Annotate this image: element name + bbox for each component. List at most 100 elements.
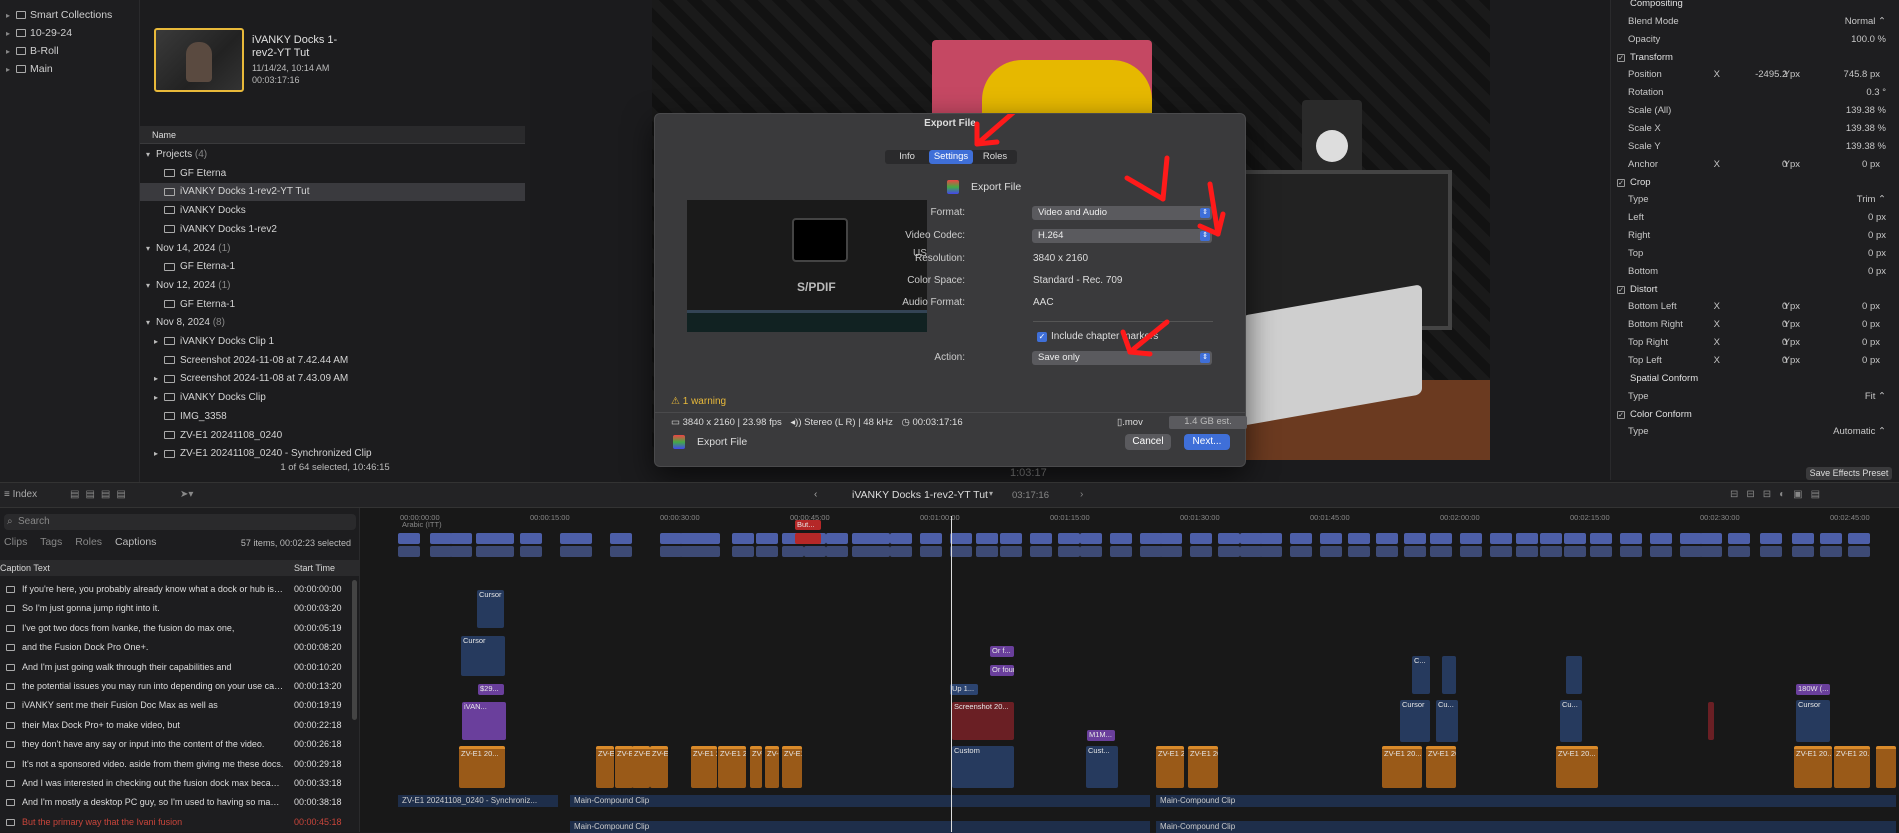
caption-clip[interactable] xyxy=(890,533,912,544)
caption-clip[interactable] xyxy=(1540,533,1562,544)
caption-clip[interactable] xyxy=(756,533,778,544)
start-time-header[interactable]: Start Time xyxy=(294,560,335,576)
video-clip[interactable]: ZV-E1 20... xyxy=(1156,746,1184,788)
caption-clip[interactable] xyxy=(610,533,632,544)
caption-clip-secondary[interactable] xyxy=(1460,546,1482,557)
caption-clip[interactable] xyxy=(1160,533,1182,544)
title-clip[interactable]: M1M... xyxy=(1087,730,1115,741)
inspector-param[interactable]: Bottom 0 px xyxy=(1610,263,1899,281)
playhead[interactable] xyxy=(951,516,952,832)
browser-item-row[interactable]: ▸ ZV-E1 20241108_0240 - Synchronized Clip xyxy=(140,445,525,463)
caption-clip[interactable] xyxy=(1260,533,1282,544)
param-y[interactable]: 0 px xyxy=(1800,156,1880,174)
param-value[interactable]: 0 px xyxy=(1790,245,1886,263)
caption-clip[interactable] xyxy=(1190,533,1212,544)
caption-clip-secondary[interactable] xyxy=(1240,546,1262,557)
disclosure-icon[interactable]: ▾ xyxy=(146,240,156,258)
inspector-param[interactable]: Bottom Right X 0 px Y 0 px xyxy=(1610,316,1899,334)
inspector-param[interactable]: Top Left X 0 px Y 0 px xyxy=(1610,352,1899,370)
caption-clip-secondary[interactable] xyxy=(1848,546,1870,557)
browser-group-row[interactable]: ▾ Nov 8, 2024 (8) xyxy=(140,314,525,332)
connected-clip[interactable]: Screenshot 20... xyxy=(952,702,1014,740)
video-clip[interactable]: ZV-E1 20... xyxy=(718,746,746,788)
project-title[interactable]: iVANKY Docks 1-rev2-YT Tut xyxy=(852,489,988,501)
caption-clip-secondary[interactable] xyxy=(1650,546,1672,557)
connected-clip[interactable]: Cu... xyxy=(1436,700,1458,742)
caption-row[interactable]: But the primary way that the Ivani fusio… xyxy=(0,813,360,832)
timeline-forward-icon[interactable]: › xyxy=(1080,489,1083,500)
inspector-param[interactable]: Top 0 px xyxy=(1610,245,1899,263)
disclosure-icon[interactable]: ▸ xyxy=(154,445,164,463)
caption-clip[interactable] xyxy=(492,533,514,544)
inspector-param[interactable]: Type Fit ⌃ xyxy=(1610,388,1899,406)
caption-clip[interactable] xyxy=(398,533,420,544)
browser-item-row[interactable]: ▸ iVANKY Docks Clip 1 xyxy=(140,333,525,351)
clip-thumbnail[interactable] xyxy=(154,28,244,92)
video-clip[interactable]: ZV-E1 20... xyxy=(1556,746,1598,788)
param-value[interactable]: Fit ⌃ xyxy=(1790,388,1886,406)
caption-clip-secondary[interactable] xyxy=(698,546,720,557)
param-y[interactable]: 0 px xyxy=(1800,316,1880,334)
caption-clip-secondary[interactable] xyxy=(1376,546,1398,557)
index-search-field[interactable]: ⌕ Search xyxy=(4,514,356,530)
caption-clip[interactable] xyxy=(1080,533,1102,544)
index-scrollbar[interactable] xyxy=(352,580,357,720)
enable-checkbox[interactable]: ✓ xyxy=(1617,286,1625,294)
caption-clip-secondary[interactable] xyxy=(1290,546,1312,557)
param-y[interactable]: 745.8 px xyxy=(1800,66,1880,84)
browser-item-row[interactable]: iVANKY Docks 1-rev2-YT Tut xyxy=(140,183,525,202)
video-clip[interactable]: ZV-E1 20... xyxy=(615,746,633,788)
connected-clip[interactable]: Cursor xyxy=(1400,700,1430,742)
disclosure-icon[interactable]: ▾ xyxy=(146,146,156,164)
title-clip[interactable]: Or four... xyxy=(990,665,1014,676)
timeline-right-icons[interactable]: ⊟⊟⊟◐▣▤ xyxy=(1730,489,1828,500)
disclosure-icon[interactable]: ▸ xyxy=(154,333,164,351)
sync-clip-lane[interactable]: ZV-E1 20241108_0240 - Synchroniz... xyxy=(398,795,558,807)
compound-clip-lane[interactable]: Main-Compound Clip xyxy=(1156,821,1896,833)
compound-clip-lane[interactable]: Main-Compound Clip xyxy=(570,821,1150,833)
caption-clip[interactable] xyxy=(732,533,754,544)
caption-row[interactable]: And I was interested in checking out the… xyxy=(0,774,360,793)
caption-clip[interactable] xyxy=(950,533,972,544)
video-clip[interactable]: ZV-E1 20... xyxy=(1426,746,1456,788)
param-value[interactable]: 0 px xyxy=(1790,263,1886,281)
inspector-param[interactable]: Scale X 139.38 % xyxy=(1610,120,1899,138)
caption-row[interactable]: It's not a sponsored video. aside from t… xyxy=(0,755,360,774)
caption-row[interactable]: And I'm mostly a desktop PC guy, so I'm … xyxy=(0,793,360,812)
caption-clip[interactable] xyxy=(1290,533,1312,544)
caption-row[interactable]: So I'm just gonna jump right into it. 00:… xyxy=(0,599,360,618)
inspector-section[interactable]: ✓ Color Conform xyxy=(1610,406,1899,424)
inspector-section[interactable]: ✓ Crop xyxy=(1610,174,1899,192)
caption-clip-secondary[interactable] xyxy=(1260,546,1282,557)
caption-clip-secondary[interactable] xyxy=(1700,546,1722,557)
caption-clip-secondary[interactable] xyxy=(1820,546,1842,557)
enable-checkbox[interactable]: ✓ xyxy=(1617,179,1625,187)
caption-clip[interactable] xyxy=(1460,533,1482,544)
caption-clip-secondary[interactable] xyxy=(756,546,778,557)
caption-clip[interactable] xyxy=(1000,533,1022,544)
title-clip[interactable]: 180W (... xyxy=(1796,684,1830,695)
caption-clip[interactable] xyxy=(430,533,452,544)
inspector-param[interactable]: Rotation 0.3 ° xyxy=(1610,84,1899,102)
video-clip[interactable] xyxy=(1876,746,1896,788)
caption-clip[interactable] xyxy=(1564,533,1586,544)
caption-clip-secondary[interactable] xyxy=(950,546,972,557)
browser-item-row[interactable]: iVANKY Docks xyxy=(140,202,525,220)
connected-clip[interactable] xyxy=(1566,656,1582,694)
connected-clip[interactable]: C... xyxy=(1412,656,1430,694)
caption-clip-secondary[interactable] xyxy=(1080,546,1102,557)
video-clip[interactable]: ZV-E1 20... xyxy=(596,746,614,788)
connected-clip[interactable] xyxy=(1708,702,1714,740)
video-clip[interactable]: Custom xyxy=(952,746,1014,788)
caption-row[interactable]: If you're here, you probably already kno… xyxy=(0,580,360,599)
inspector-param[interactable]: Scale (All) 139.38 % xyxy=(1610,102,1899,120)
browser-item-row[interactable]: GF Eterna-1 xyxy=(140,258,525,276)
caption-clip-secondary[interactable] xyxy=(976,546,998,557)
caption-clip-secondary[interactable] xyxy=(1792,546,1814,557)
title-clip[interactable]: $29... xyxy=(478,684,504,695)
caption-clip-secondary[interactable] xyxy=(1320,546,1342,557)
tab-tags[interactable]: Tags xyxy=(40,536,62,548)
caption-clip-warning[interactable] xyxy=(795,533,821,544)
caption-clip-secondary[interactable] xyxy=(1564,546,1586,557)
inspector-section[interactable]: Spatial Conform xyxy=(1610,370,1899,388)
